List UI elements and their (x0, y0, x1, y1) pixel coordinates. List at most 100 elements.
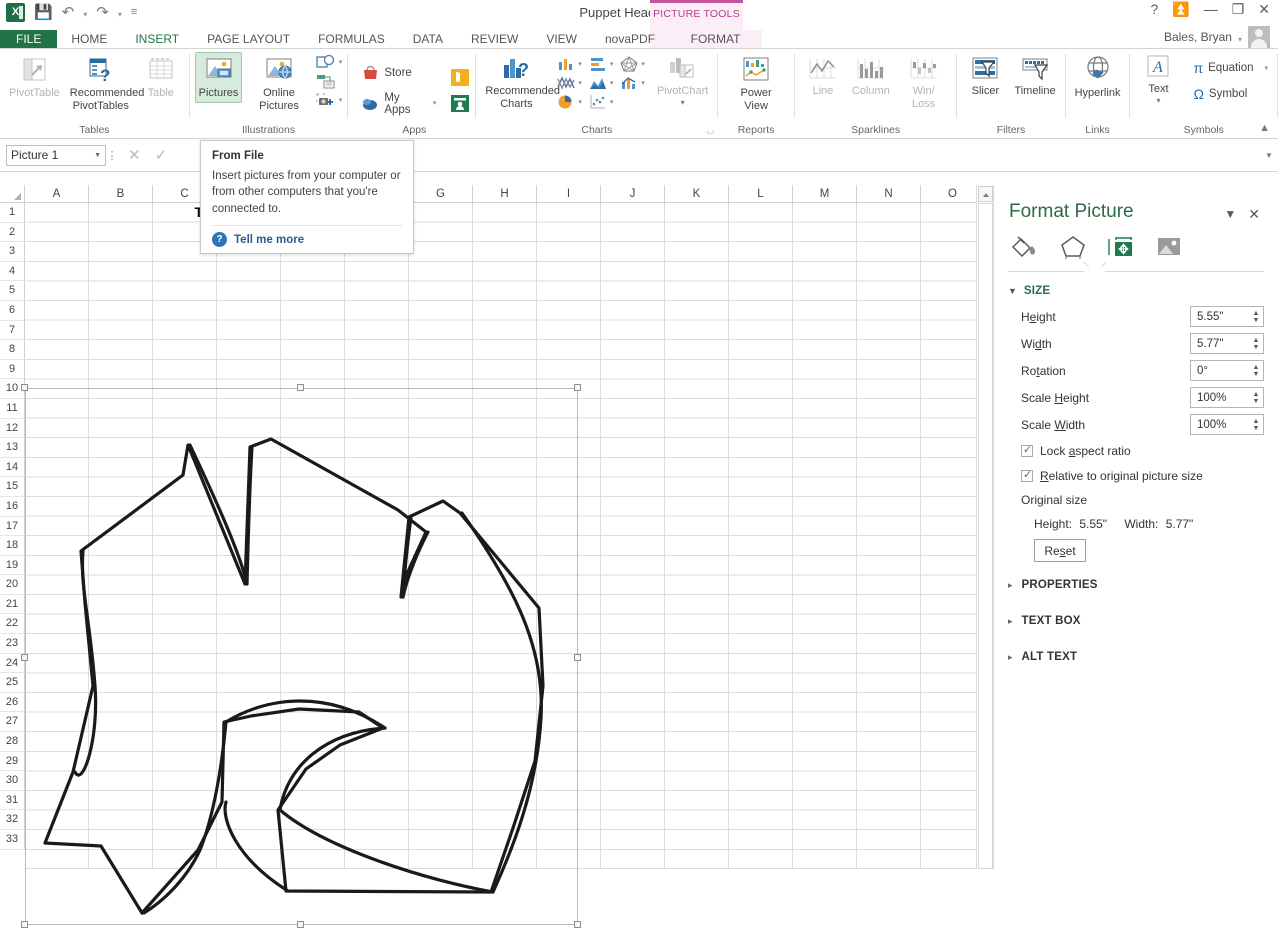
recommended-pivottables-button[interactable]: ? Recommended PivotTables (66, 52, 136, 115)
slicer-button[interactable]: Slicer (962, 52, 1008, 101)
screenshot-caret-icon[interactable]: ▾ (339, 97, 343, 104)
row-header-13[interactable]: 13 (0, 438, 25, 458)
sparkline-winloss-button[interactable]: Win/ Loss (896, 52, 952, 113)
column-header-m[interactable]: M (793, 185, 857, 202)
column-header-n[interactable]: N (857, 185, 921, 202)
pane-close-icon[interactable]: ✕ (1248, 207, 1260, 221)
row-header-9[interactable]: 9 (0, 360, 25, 380)
ribbon-display-options-icon[interactable]: ⏫ (1172, 2, 1189, 16)
column-header-i[interactable]: I (537, 185, 601, 202)
sparkline-line-button[interactable]: Line (800, 52, 846, 101)
row-header-1[interactable]: 1 (0, 203, 25, 223)
text-box-button[interactable]: A Text ▾ (1135, 52, 1181, 108)
help-icon[interactable]: ? (1150, 2, 1158, 16)
row-header-25[interactable]: 25 (0, 673, 25, 693)
resize-handle-sw[interactable] (21, 921, 28, 928)
column-header-k[interactable]: K (665, 185, 729, 202)
resize-handle-nw[interactable] (21, 384, 28, 391)
vertical-scroll-track[interactable] (978, 203, 993, 869)
screenshot-button[interactable]: ▾ (316, 92, 343, 109)
pivottable-button[interactable]: PivotTable (5, 52, 64, 103)
people-graph-icon[interactable] (450, 94, 470, 113)
resize-handle-n[interactable] (297, 384, 304, 391)
tab-review[interactable]: REVIEW (457, 30, 532, 48)
area-chart-caret-icon[interactable]: ▾ (610, 80, 614, 87)
tab-data[interactable]: DATA (399, 30, 457, 48)
column-header-b[interactable]: B (89, 185, 153, 202)
lock-aspect-ratio-checkbox[interactable] (1021, 445, 1033, 457)
my-apps-button[interactable]: My Apps ▾ (358, 90, 440, 118)
radar-chart-caret-icon[interactable]: ▾ (641, 61, 645, 68)
row-header-29[interactable]: 29 (0, 752, 25, 772)
relative-original-size-checkbox[interactable] (1021, 470, 1033, 482)
size-section-header[interactable]: ▼ SIZE (1008, 285, 1264, 297)
column-chart-caret-icon[interactable]: ▾ (578, 61, 582, 68)
column-header-j[interactable]: J (601, 185, 665, 202)
row-header-15[interactable]: 15 (0, 477, 25, 497)
equation-caret-icon[interactable]: ▾ (1265, 65, 1269, 72)
pie-chart-caret-icon[interactable]: ▾ (578, 99, 582, 106)
text-box-expand-arrow-icon[interactable]: ▸ (1008, 616, 1013, 627)
alt-text-expand-arrow-icon[interactable]: ▸ (1008, 652, 1013, 663)
size-expand-arrow-icon[interactable]: ▼ (1008, 286, 1017, 296)
height-spin-arrows-icon[interactable]: ▲▼ (1249, 307, 1263, 326)
vertical-scrollbar[interactable] (976, 185, 993, 869)
row-header-5[interactable]: 5 (0, 281, 25, 301)
row-header-2[interactable]: 2 (0, 223, 25, 243)
tab-file[interactable]: FILE (0, 30, 57, 48)
online-pictures-button[interactable]: Online Pictures (244, 52, 314, 115)
row-header-22[interactable]: 22 (0, 614, 25, 634)
collapse-ribbon-icon[interactable]: ▲ (1259, 122, 1270, 134)
picture-tab[interactable] (1152, 232, 1186, 262)
power-view-button[interactable]: Power View (723, 52, 789, 115)
minimize-icon[interactable]: — (1204, 2, 1218, 16)
effects-tab[interactable] (1056, 232, 1090, 262)
recommended-charts-button[interactable]: ? Recommended Charts (481, 52, 551, 113)
row-header-6[interactable]: 6 (0, 301, 25, 321)
row-header-3[interactable]: 3 (0, 242, 25, 262)
column-header-g[interactable]: G (409, 185, 473, 202)
row-header-8[interactable]: 8 (0, 340, 25, 360)
row-header-14[interactable]: 14 (0, 458, 25, 478)
row-header-17[interactable]: 17 (0, 517, 25, 537)
column-chart-button[interactable]: ▾ (557, 56, 582, 72)
row-header-4[interactable]: 4 (0, 262, 25, 282)
rotation-spin-arrows-icon[interactable]: ▲▼ (1249, 361, 1263, 380)
column-header-h[interactable]: H (473, 185, 537, 202)
text-box-caret-icon[interactable]: ▾ (1156, 97, 1160, 105)
scatter-chart-caret-icon[interactable]: ▾ (610, 99, 614, 106)
hyperlink-button[interactable]: Hyperlink (1071, 52, 1125, 103)
row-header-12[interactable]: 12 (0, 419, 25, 439)
text-box-section-header[interactable]: ▸ TEXT BOX (1008, 608, 1264, 634)
rotation-stepper[interactable]: 0° ▲▼ (1190, 360, 1264, 381)
relative-original-size-row[interactable]: Relative to original picture size (1008, 463, 1264, 488)
pivotchart-button[interactable]: PivotChart ▾ (653, 52, 712, 110)
resize-handle-ne[interactable] (574, 384, 581, 391)
tab-home[interactable]: HOME (57, 30, 121, 48)
combo-chart-caret-icon[interactable]: ▾ (641, 80, 645, 87)
bar-chart-button[interactable]: ▾ (589, 56, 614, 72)
resize-handle-e[interactable] (574, 654, 581, 661)
symbol-button[interactable]: Ω Symbol (1189, 84, 1272, 104)
row-header-21[interactable]: 21 (0, 595, 25, 615)
tab-insert[interactable]: INSERT (121, 30, 193, 48)
resize-handle-s[interactable] (297, 921, 304, 928)
row-header-31[interactable]: 31 (0, 791, 25, 811)
width-stepper[interactable]: 5.77" ▲▼ (1190, 333, 1264, 354)
pane-options-icon[interactable]: ▼ (1224, 208, 1236, 220)
cancel-icon[interactable]: ✕ (128, 148, 141, 163)
tab-page-layout[interactable]: PAGE LAYOUT (193, 30, 304, 48)
row-header-30[interactable]: 30 (0, 771, 25, 791)
resize-handle-w[interactable] (21, 654, 28, 661)
restore-icon[interactable]: ❐ (1232, 2, 1245, 16)
scale-width-stepper[interactable]: 100% ▲▼ (1190, 414, 1264, 435)
waterfall-chart-caret-icon[interactable]: ▾ (578, 80, 582, 87)
my-apps-caret-icon[interactable]: ▾ (433, 100, 437, 107)
pie-chart-button[interactable]: ▾ (557, 94, 582, 110)
bing-maps-icon[interactable] (450, 68, 470, 87)
pivotchart-caret-icon[interactable]: ▾ (681, 99, 685, 107)
size-properties-tab[interactable] (1104, 232, 1138, 262)
close-icon[interactable]: ✕ (1258, 2, 1270, 16)
row-header-20[interactable]: 20 (0, 575, 25, 595)
area-chart-button[interactable]: ▾ (589, 75, 614, 91)
